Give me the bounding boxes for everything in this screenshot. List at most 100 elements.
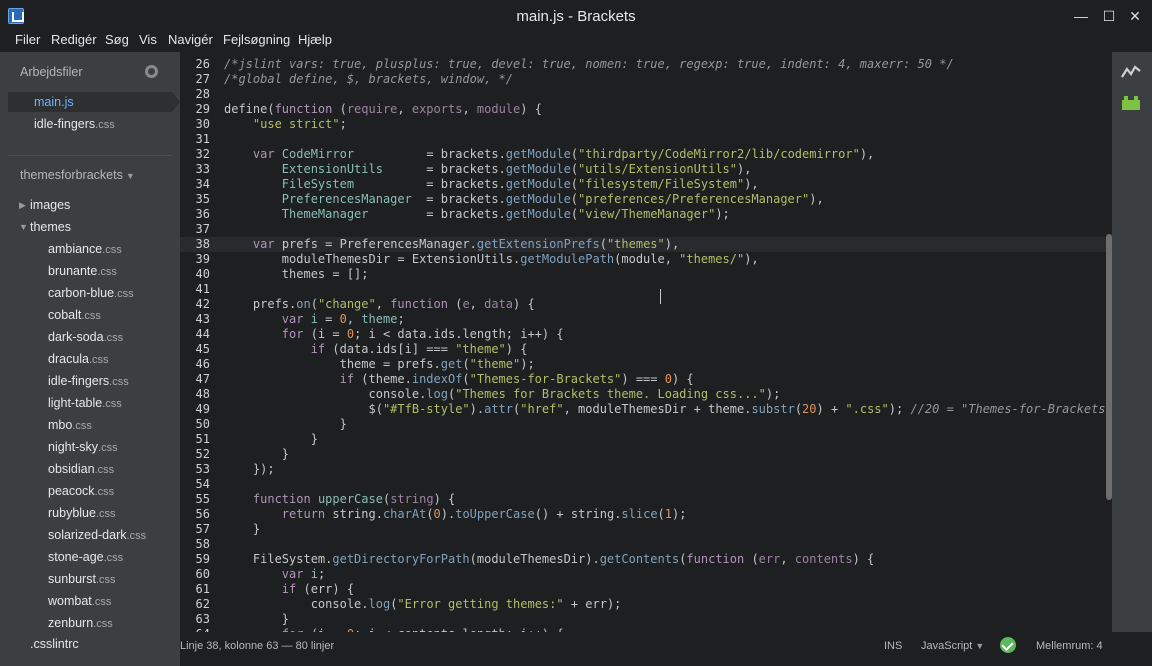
code-line[interactable]: 56 return string.charAt(0).toUpperCase()…	[180, 507, 1112, 522]
code-line[interactable]: 33 ExtensionUtils = brackets.getModule("…	[180, 162, 1112, 177]
tree-file-sunburst[interactable]: sunburst.css	[48, 572, 116, 586]
menu-debug[interactable]: Fejlsøgning	[223, 32, 290, 47]
folder-themes[interactable]: themes	[30, 220, 71, 234]
tree-file-idle-fingers[interactable]: idle-fingers.css	[48, 374, 129, 388]
line-number: 61	[195, 582, 210, 596]
gear-icon[interactable]	[145, 65, 158, 78]
line-number: 40	[195, 267, 210, 281]
code-line[interactable]: 29 define(function (require, exports, mod…	[180, 102, 1112, 117]
file-name: rubyblue	[48, 506, 96, 520]
chevron-down-icon[interactable]: ▼	[19, 222, 28, 232]
sidebar-divider	[8, 155, 172, 156]
tree-file-cobalt[interactable]: cobalt.css	[48, 308, 101, 322]
menu-help[interactable]: Hjælp	[298, 32, 332, 47]
code-line[interactable]: 37	[180, 222, 1112, 237]
tree-file-mbo[interactable]: mbo.css	[48, 418, 92, 432]
code-line[interactable]: 51 }	[180, 432, 1112, 447]
tree-file-night-sky[interactable]: night-sky.css	[48, 440, 118, 454]
code-line[interactable]: 53 });	[180, 462, 1112, 477]
file-ext: .css	[94, 486, 115, 498]
code-line[interactable]: 32 var CodeMirror = brackets.getModule("…	[180, 147, 1112, 162]
insert-mode-toggle[interactable]: INS	[884, 640, 902, 652]
tree-file-rubyblue[interactable]: rubyblue.css	[48, 506, 116, 520]
line-code: PreferencesManager = brackets.getModule(…	[281, 192, 824, 206]
code-line[interactable]: 52 }	[180, 447, 1112, 462]
line-number: 63	[195, 612, 210, 626]
tree-file-peacock[interactable]: peacock.css	[48, 484, 114, 498]
code-line[interactable]: 59 FileSystem.getDirectoryForPath(module…	[180, 552, 1112, 567]
code-line[interactable]: 26 /*jslint vars: true, plusplus: true, d…	[180, 57, 1112, 72]
file-name: idle-fingers	[34, 117, 96, 131]
folder-images[interactable]: images	[30, 198, 70, 212]
line-code: "use strict";	[252, 117, 347, 131]
tree-file-csslintrc[interactable]: .csslintrc	[30, 637, 79, 651]
code-line[interactable]: 39 moduleThemesDir = ExtensionUtils.getM…	[180, 252, 1112, 267]
code-line[interactable]: 63 }	[180, 612, 1112, 627]
code-line[interactable]: 42 prefs.on("change", function (e, data)…	[180, 297, 1112, 312]
code-line[interactable]: 35 PreferencesManager = brackets.getModu…	[180, 192, 1112, 207]
tree-file-stone-age[interactable]: stone-age.css	[48, 550, 123, 564]
code-line[interactable]: 30 "use strict";	[180, 117, 1112, 132]
line-code: prefs.on("change", function (e, data) {	[224, 297, 535, 311]
project-dropdown[interactable]: themesforbrackets ▼	[20, 168, 135, 182]
tree-file-carbon-blue[interactable]: carbon-blue.css	[48, 286, 134, 300]
tree-file-solarized-dark[interactable]: solarized-dark.css	[48, 528, 146, 542]
cursor-position[interactable]: Linje 38, kolonne 63 — 80 linjer	[180, 640, 334, 652]
code-line[interactable]: 46 theme = prefs.get("theme");	[180, 357, 1112, 372]
code-line[interactable]: 28	[180, 87, 1112, 102]
tree-file-brunante[interactable]: brunante.css	[48, 264, 117, 278]
code-line[interactable]: 48 console.log("Themes for Brackets them…	[180, 387, 1112, 402]
line-code: }	[224, 432, 318, 446]
working-file-idle-fingers[interactable]: idle-fingers.css	[34, 117, 115, 131]
close-button[interactable]: ✕	[1120, 4, 1150, 28]
code-line[interactable]: 38 var prefs = PreferencesManager.getExt…	[180, 237, 1112, 252]
line-number: 48	[195, 387, 210, 401]
code-line[interactable]: 61 if (err) {	[180, 582, 1112, 597]
tree-file-dracula[interactable]: dracula.css	[48, 352, 109, 366]
code-line[interactable]: 47 if (theme.indexOf("Themes-for-Bracket…	[180, 372, 1112, 387]
chevron-right-icon[interactable]: ▶	[19, 200, 26, 211]
minimize-button[interactable]: —	[1066, 4, 1096, 28]
code-editor[interactable]: 26 /*jslint vars: true, plusplus: true, d…	[180, 52, 1112, 632]
code-line[interactable]: 36 ThemeManager = brackets.getModule("vi…	[180, 207, 1112, 222]
file-ext: .css	[103, 332, 124, 344]
code-line[interactable]: 41	[180, 282, 1112, 297]
working-file-main-js[interactable]: main.js	[34, 95, 74, 109]
code-line[interactable]: 54	[180, 477, 1112, 492]
code-line[interactable]: 40 themes = [];	[180, 267, 1112, 282]
code-line[interactable]: 57 }	[180, 522, 1112, 537]
tree-file-ambiance[interactable]: ambiance.css	[48, 242, 122, 256]
code-line[interactable]: 45 if (data.ids[i] === "theme") {	[180, 342, 1112, 357]
code-line[interactable]: 43 var i = 0, theme;	[180, 312, 1112, 327]
menu-bar: Filer Redigér Søg Vis Navigér Fejlsøgnin…	[0, 32, 1152, 52]
menu-file[interactable]: Filer	[15, 32, 40, 47]
code-line[interactable]: 62 console.log("Error getting themes:" +…	[180, 597, 1112, 612]
code-line[interactable]: 31	[180, 132, 1112, 147]
code-line[interactable]: 50 }	[180, 417, 1112, 432]
code-line[interactable]: 27 /*global define, $, brackets, window, …	[180, 72, 1112, 87]
menu-edit[interactable]: Redigér	[51, 32, 97, 47]
live-preview-icon[interactable]	[1121, 65, 1141, 79]
language-select[interactable]: JavaScript ▼	[921, 640, 984, 652]
line-number: 47	[195, 372, 210, 386]
tree-file-dark-soda[interactable]: dark-soda.css	[48, 330, 123, 344]
code-line[interactable]: 58	[180, 537, 1112, 552]
line-code: function upperCase(string) {	[252, 492, 456, 506]
code-line[interactable]: 55 function upperCase(string) {	[180, 492, 1112, 507]
code-line[interactable]: 34 FileSystem = brackets.getModule("file…	[180, 177, 1112, 192]
lint-status-ok-icon[interactable]	[1000, 637, 1016, 653]
tree-file-wombat[interactable]: wombat.css	[48, 594, 111, 608]
file-name: ambiance	[48, 242, 103, 256]
indent-settings[interactable]: Mellemrum: 4	[1036, 640, 1103, 652]
menu-view[interactable]: Vis	[139, 32, 157, 47]
extension-manager-icon[interactable]	[1121, 95, 1141, 111]
tree-file-obsidian[interactable]: obsidian.css	[48, 462, 114, 476]
menu-navigate[interactable]: Navigér	[168, 32, 213, 47]
tree-file-zenburn[interactable]: zenburn.css	[48, 616, 113, 630]
code-line[interactable]: 44 for (i = 0; i < data.ids.length; i++)…	[180, 327, 1112, 342]
menu-find[interactable]: Søg	[105, 32, 129, 47]
tree-file-light-table[interactable]: light-table.css	[48, 396, 122, 410]
file-ext: .js	[61, 95, 74, 109]
code-line[interactable]: 60 var i;	[180, 567, 1112, 582]
code-line[interactable]: 49 $("#TfB-style").attr("href", moduleTh…	[180, 402, 1112, 417]
